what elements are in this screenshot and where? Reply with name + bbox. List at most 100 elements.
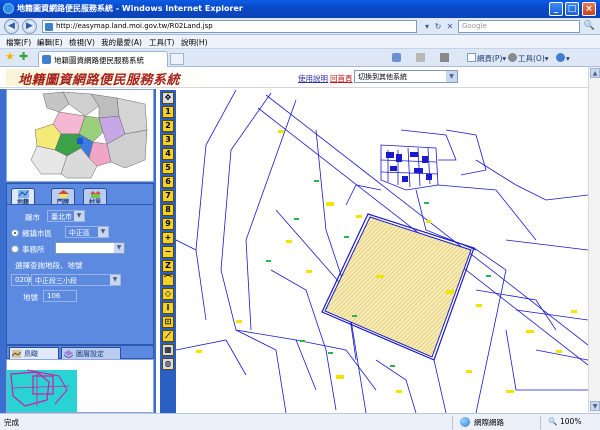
close-button[interactable]: ×: [582, 2, 596, 16]
district-select[interactable]: 中正區 ▼: [65, 226, 109, 238]
menu-edit[interactable]: 編輯(E): [37, 37, 63, 48]
cadastral-map[interactable]: [176, 90, 588, 413]
tools-menu[interactable]: 工具(O)▾: [508, 53, 549, 64]
office-label: 事務所: [22, 245, 45, 254]
tool-4[interactable]: 4: [162, 148, 174, 160]
area-tool-icon[interactable]: ◇: [162, 288, 174, 300]
lot-input[interactable]: 106: [43, 290, 77, 302]
feeds-icon[interactable]: [416, 53, 426, 63]
city-select[interactable]: 臺北市 ▼: [47, 210, 85, 222]
window-title: 地籍圖資網路便民服務系統 - Windows Internet Explorer: [17, 4, 243, 13]
globe-icon: [460, 417, 470, 427]
refresh-button[interactable]: ↻: [432, 21, 444, 32]
birdseye-minimap[interactable]: [6, 359, 154, 413]
tool-2[interactable]: 2: [162, 120, 174, 132]
overview-map[interactable]: [6, 89, 154, 182]
bottom-tabs: 鳥瞰 圖層設定: [6, 345, 154, 359]
tab-birdseye-label: 鳥瞰: [24, 350, 38, 358]
address-bar[interactable]: http://easymap.land.moi.gov.tw/R02Land.j…: [42, 20, 417, 33]
menu-file[interactable]: 檔案(F): [6, 37, 31, 48]
vertical-scrollbar[interactable]: ▲ ▼: [588, 67, 600, 413]
section-code-field[interactable]: 0208: [11, 274, 33, 286]
page-content: 地籍圖資網路便民服務系統 使用說明 回首頁 切換到其他系統 ▼ 地籍 門牌 村里…: [0, 67, 588, 413]
tab-layer-settings-label: 圖層設定: [76, 350, 104, 358]
chevron-down-icon: ▼: [446, 71, 457, 82]
scroll-down-button[interactable]: ▼: [590, 401, 600, 411]
city-select-value: 臺北市: [51, 213, 72, 221]
district-radio[interactable]: [11, 229, 19, 237]
help-icon[interactable]: ▾: [556, 53, 570, 63]
zoom-level[interactable]: 100%: [560, 417, 581, 426]
search-placeholder: Google: [462, 22, 487, 30]
chevron-down-icon: ▼: [110, 275, 120, 285]
home-icon[interactable]: [392, 53, 402, 63]
print-icon[interactable]: [440, 53, 450, 63]
menu-tools[interactable]: 工具(T): [149, 37, 174, 48]
back-button[interactable]: ◀: [4, 19, 19, 34]
pan-tool-icon[interactable]: ✥: [162, 92, 174, 104]
menu-favorites[interactable]: 我的最愛(A): [101, 37, 142, 48]
chevron-down-icon: ▼: [98, 227, 108, 237]
page-icon: [45, 23, 53, 31]
left-panel: 地籍 門牌 村里 縣市 臺北市 ▼ 鄉鎮市區 中正區 ▼ 事務所 ▼ 選擇查詢地…: [0, 89, 156, 413]
ie-icon: [3, 3, 14, 14]
layers-icon: [64, 350, 73, 358]
menu-view[interactable]: 檢視(V): [69, 37, 95, 48]
globe-tool-icon[interactable]: ◍: [162, 358, 174, 370]
status-divider: [452, 416, 453, 429]
minimize-button[interactable]: _: [549, 2, 563, 16]
cadastral-map-graphic: [176, 90, 588, 413]
tab-birdseye[interactable]: 鳥瞰: [9, 347, 59, 359]
add-favorite-icon[interactable]: ✚: [19, 51, 28, 63]
tool-1[interactable]: 1: [162, 106, 174, 118]
search-panel: 地籍 門牌 村里 縣市 臺北市 ▼ 鄉鎮市區 中正區 ▼ 事務所 ▼ 選擇查詢地…: [6, 183, 154, 345]
forward-button[interactable]: ▶: [22, 19, 37, 34]
search-icon[interactable]: 🔍: [583, 20, 596, 33]
line-tool-icon[interactable]: ⟋: [162, 330, 174, 342]
tool-9[interactable]: 9: [162, 218, 174, 230]
tab-doorplate[interactable]: 門牌: [51, 188, 75, 206]
address-url[interactable]: http://easymap.land.moi.gov.tw/R02Land.j…: [56, 22, 213, 30]
zigzag-tool-icon[interactable]: Z: [162, 260, 174, 272]
chevron-down-icon: ▼: [74, 211, 84, 221]
tab-bar: ★ ✚ 地籍圖資網路便民服務系統 網頁(P)▾ 工具(O)▾ ▾: [0, 49, 600, 67]
scroll-up-button[interactable]: ▲: [590, 68, 600, 78]
zoom-out-icon[interactable]: −: [162, 246, 174, 258]
search-input[interactable]: Google: [458, 20, 580, 33]
favorites-star-icon[interactable]: ★: [5, 51, 15, 63]
tab-village[interactable]: 村里: [83, 188, 107, 206]
tool-5[interactable]: 5: [162, 162, 174, 174]
tab-cadastral[interactable]: 地籍: [11, 188, 35, 206]
lot-input-value: 106: [47, 292, 61, 300]
measure-tool-icon[interactable]: ⌒: [162, 274, 174, 286]
info-tool-icon[interactable]: i: [162, 302, 174, 314]
office-select[interactable]: ▼: [55, 242, 125, 254]
page-menu-label: 網頁(P): [477, 54, 503, 63]
layers-tool-icon[interactable]: ▦: [162, 344, 174, 356]
section-select[interactable]: 中正段三小段 ▼: [31, 274, 121, 286]
select-tool-icon[interactable]: ⊡: [162, 316, 174, 328]
zoom-icon[interactable]: 🔍: [548, 417, 557, 426]
tool-7[interactable]: 7: [162, 190, 174, 202]
section-label: 選擇查詢地段、地號: [15, 261, 83, 270]
stop-button[interactable]: ✕: [444, 21, 456, 32]
tools-menu-label: 工具(O): [518, 54, 545, 63]
office-radio[interactable]: [11, 245, 19, 253]
tab-label: 地籍圖資網路便民服務系統: [54, 56, 144, 65]
zoom-in-icon[interactable]: +: [162, 232, 174, 244]
menu-help[interactable]: 說明(H): [181, 37, 208, 48]
birdseye-icon: [12, 350, 21, 358]
status-bar: 完成 網際網路 🔍 100%: [0, 413, 600, 430]
home-link[interactable]: 回首頁: [330, 73, 353, 84]
tool-6[interactable]: 6: [162, 176, 174, 188]
maximize-button[interactable]: □: [565, 2, 579, 16]
system-select[interactable]: 切換到其他系統 ▼: [354, 70, 458, 83]
new-tab-button[interactable]: [170, 53, 184, 65]
tool-8[interactable]: 8: [162, 204, 174, 216]
tab-layer-settings[interactable]: 圖層設定: [61, 347, 121, 359]
page-menu[interactable]: 網頁(P)▾: [467, 53, 506, 64]
help-link[interactable]: 使用說明: [298, 73, 328, 84]
system-select-value: 切換到其他系統: [358, 73, 407, 81]
tool-3[interactable]: 3: [162, 134, 174, 146]
tab-current[interactable]: 地籍圖資網路便民服務系統: [38, 51, 168, 67]
